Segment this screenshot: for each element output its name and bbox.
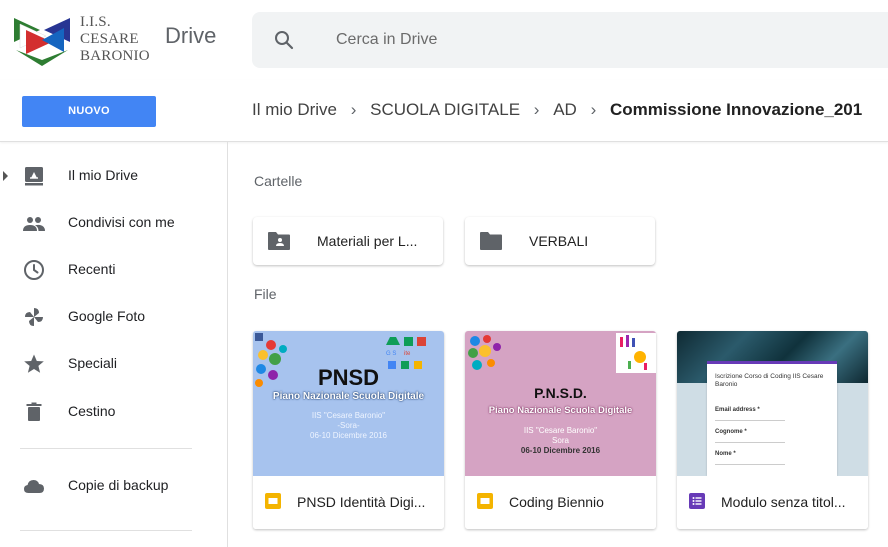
slides-icon <box>477 493 493 509</box>
thumbnail-line: IIS "Cesare Baronio" <box>523 426 598 435</box>
app-header: I.I.S. CESARE BARONIO Drive <box>0 0 888 80</box>
file-thumbnail: Iscrizione Corso di Coding IIS Cesare Ba… <box>677 331 868 476</box>
thumbnail-title: PNSD <box>317 365 380 390</box>
coding-figures-icon <box>616 333 656 373</box>
my-drive-icon <box>25 167 43 186</box>
breadcrumb-item-my-drive[interactable]: Il mio Drive <box>252 100 337 120</box>
form-preview-field-label: Nome * <box>715 451 736 457</box>
thumbnail-line: 06-10 Dicembre 2016 <box>520 446 601 455</box>
form-preview-field-line <box>715 464 785 465</box>
chevron-right-icon: › <box>533 100 540 119</box>
form-preview-field-line <box>715 420 785 421</box>
thumbnail-line: 06-10 Dicembre 2016 <box>310 431 387 440</box>
chevron-right-icon: › <box>350 100 357 119</box>
sidebar-item-recent[interactable]: Recenti <box>0 250 227 290</box>
thumbnail-line: Sora <box>552 436 569 445</box>
chevron-right-icon: › <box>590 100 597 119</box>
sidebar-item-shared[interactable]: Condivisi con me <box>0 203 227 243</box>
file-meta: Modulo senza titol... <box>677 476 868 529</box>
file-name: Modulo senza titol... <box>721 494 846 510</box>
sidebar-item-label: Copie di backup <box>68 477 169 493</box>
thumbnail-line: IIS "Cesare Baronio" <box>311 411 386 420</box>
files-section-label: File <box>254 286 277 302</box>
form-preview-field-label: Cognome * <box>715 429 747 435</box>
thumbnail-title: P.N.S.D. <box>534 385 587 401</box>
school-logo[interactable]: I.I.S. CESARE BARONIO <box>12 12 162 70</box>
app-title[interactable]: Drive <box>165 23 216 49</box>
toolbar: NUOVO Il mio Drive › SCUOLA DIGITALE › A… <box>0 80 888 142</box>
breadcrumb-item-current[interactable]: Commissione Innovazione_201 <box>610 100 862 120</box>
file-thumbnail: P.N.S.D. Piano Nazionale Scuola Digitale… <box>465 331 656 476</box>
form-preview-title: Iscrizione Corso di Coding IIS Cesare Ba… <box>715 373 824 388</box>
cloud-icon <box>24 480 44 493</box>
thumbnail-subtitle: Piano Nazionale Scuola Digitale <box>272 391 425 402</box>
new-button[interactable]: NUOVO <box>22 96 156 127</box>
shared-folder-icon <box>268 232 290 250</box>
sidebar-item-my-drive[interactable]: Il mio Drive <box>0 156 227 196</box>
sidebar-item-label: Il mio Drive <box>68 167 139 183</box>
search-icon[interactable] <box>272 28 296 52</box>
forms-icon <box>689 493 705 509</box>
file-meta: Coding Biennio <box>465 476 656 529</box>
sidebar-divider <box>20 448 192 449</box>
sidebar-item-label: Speciali <box>68 355 118 371</box>
sidebar-item-trash[interactable]: Cestino <box>0 392 227 432</box>
sidebar-item-label: Condivisi con me <box>68 214 175 230</box>
file-name: PNSD Identità Digi... <box>297 494 426 510</box>
file-card[interactable]: P.N.S.D. Piano Nazionale Scuola Digitale… <box>465 331 656 529</box>
file-meta: PNSD Identità Digi... <box>253 476 444 529</box>
sidebar-item-google-photos[interactable]: Google Foto <box>0 297 227 337</box>
slides-icon <box>265 493 281 509</box>
star-icon <box>24 354 44 373</box>
thumbnail-subtitle: Piano Nazionale Scuola Digitale <box>488 405 633 416</box>
breadcrumb-item-scuola-digitale[interactable]: SCUOLA DIGITALE <box>370 100 520 120</box>
folder-name: VERBALI <box>529 233 589 249</box>
school-logo-flag-icon <box>14 18 70 66</box>
form-preview-field-label: Email address * <box>715 407 760 413</box>
main-content: Cartelle Materiali per L... VERBALI File <box>228 142 888 547</box>
clock-icon <box>24 260 44 280</box>
file-thumbnail: G S ite PNSD Piano Nazionale Scuola Digi… <box>253 331 444 476</box>
form-accent-bar <box>707 361 837 364</box>
folder-icon <box>480 232 502 250</box>
file-card[interactable]: Iscrizione Corso di Coding IIS Cesare Ba… <box>677 331 868 529</box>
search-bar[interactable] <box>252 12 888 68</box>
pinwheel-icon <box>25 308 43 326</box>
breadcrumb: Il mio Drive › SCUOLA DIGITALE › AD › Co… <box>252 100 888 120</box>
breadcrumb-item-ad[interactable]: AD <box>553 100 577 120</box>
sidebar-item-label: Cestino <box>68 403 116 419</box>
shared-people-icon <box>23 217 45 231</box>
file-name: Coding Biennio <box>509 494 604 510</box>
social-icons-cluster-icon <box>468 335 501 370</box>
sidebar-item-starred[interactable]: Speciali <box>0 344 227 384</box>
expand-arrow-icon[interactable] <box>3 171 8 181</box>
folder-name: Materiali per L... <box>317 233 418 249</box>
folders-section-label: Cartelle <box>254 173 303 189</box>
file-card[interactable]: G S ite PNSD Piano Nazionale Scuola Digi… <box>253 331 444 529</box>
svg-text:G S: G S <box>386 351 396 357</box>
search-input[interactable] <box>336 28 736 52</box>
form-preview-sheet: Iscrizione Corso di Coding IIS Cesare Ba… <box>707 363 837 476</box>
sidebar-item-label: Recenti <box>68 261 116 277</box>
form-preview-field-line <box>715 442 785 443</box>
sidebar: Il mio Drive Condivisi con me Recenti Go… <box>0 142 228 547</box>
trash-icon <box>26 402 42 421</box>
thumbnail-line: -Sora- <box>337 421 360 430</box>
svg-text:ite: ite <box>404 351 411 357</box>
sidebar-divider <box>20 530 192 531</box>
folder-item[interactable]: VERBALI <box>465 217 655 265</box>
sidebar-item-label: Google Foto <box>68 308 146 324</box>
folder-item[interactable]: Materiali per L... <box>253 217 443 265</box>
school-logo-text: I.I.S. CESARE BARONIO <box>80 14 150 64</box>
sidebar-item-backups[interactable]: Copie di backup <box>0 466 227 506</box>
